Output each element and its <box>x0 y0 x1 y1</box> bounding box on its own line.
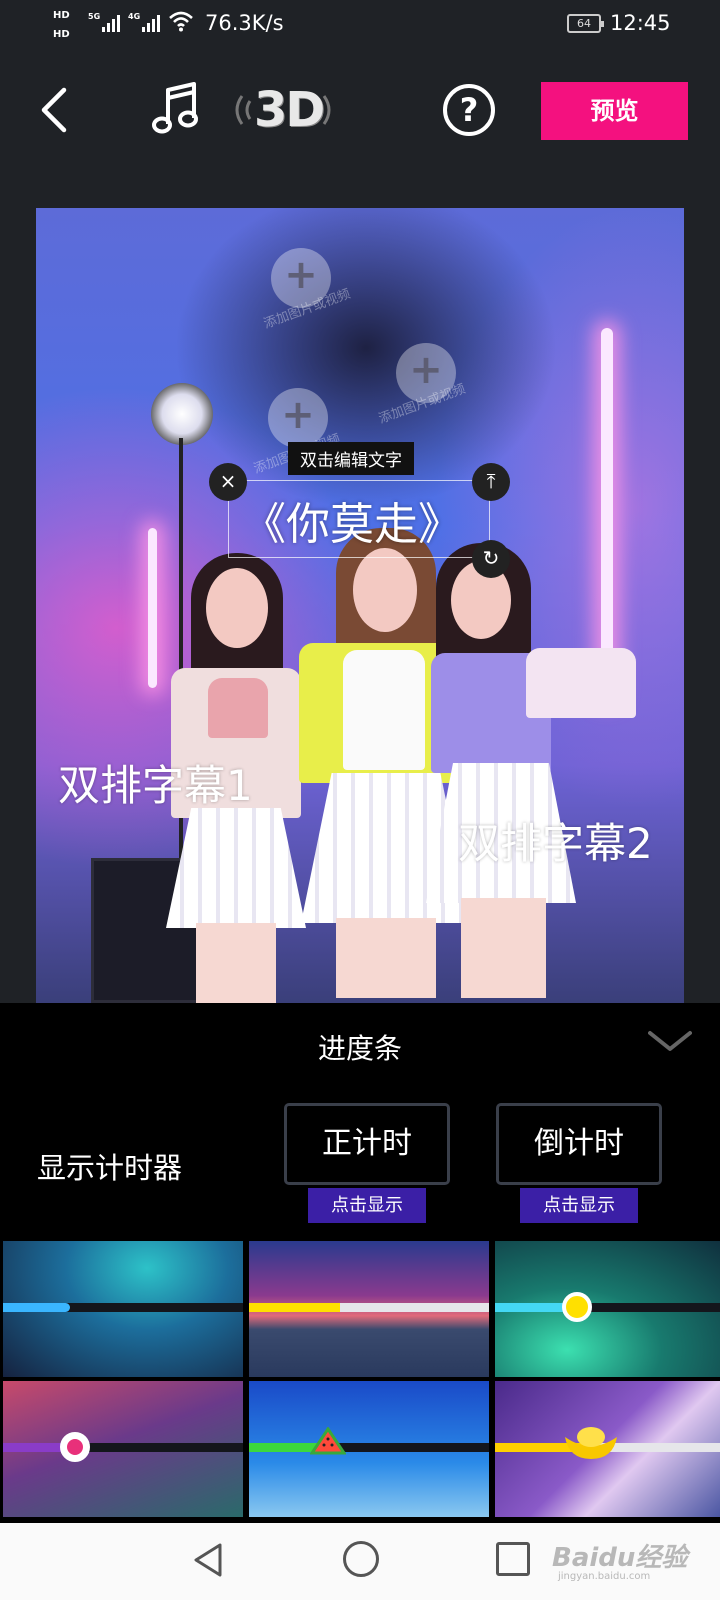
progress-track <box>249 1443 489 1452</box>
progress-track <box>495 1303 720 1312</box>
progress-style-3[interactable] <box>495 1241 720 1377</box>
3d-label: 3D <box>254 82 325 138</box>
signal-icon-2 <box>142 12 160 32</box>
3d-audio-button[interactable]: 3D <box>228 78 338 138</box>
baidu-jingyan-watermark: Baidu经验 jingyan.baidu.com <box>552 1537 688 1582</box>
subtitle-2[interactable]: 双排字幕2 <box>458 810 653 871</box>
title-text[interactable]: 《你莫走》 <box>242 488 462 552</box>
panel-title: 进度条 <box>317 1032 402 1065</box>
subtitle-1[interactable]: 双排字幕1 <box>58 752 253 813</box>
count-down-show-tag[interactable]: 点击显示 <box>520 1188 638 1223</box>
network-speed: 76.3K/s <box>205 11 284 35</box>
system-nav-bar: Baidu经验 jingyan.baidu.com <box>0 1523 720 1600</box>
triangle-back-icon[interactable] <box>190 1541 226 1579</box>
studio-lamp <box>151 383 213 445</box>
battery-level: 64 <box>577 17 591 30</box>
count-up-button[interactable]: 正计时 <box>284 1103 450 1185</box>
back-button[interactable] <box>30 80 80 140</box>
preview-button[interactable]: 预览 <box>541 82 688 140</box>
watermark-sub: jingyan.baidu.com <box>558 1571 651 1582</box>
gold-ingot-knob <box>565 1427 617 1459</box>
progress-track <box>3 1443 243 1452</box>
yellow-dot-knob <box>561 1292 592 1322</box>
help-button[interactable]: ? <box>443 84 495 136</box>
clock: 12:45 <box>610 11 671 35</box>
light-stick-2 <box>148 528 157 688</box>
watermelon-knob <box>310 1427 347 1455</box>
status-bar: HD HD 5G 4G 76.3K/s 64 12:45 <box>0 0 720 50</box>
progress-bar-panel: 进度条 显示计时器 正计时 点击显示 倒计时 点击显示 <box>0 1003 720 1523</box>
count-up-show-tag[interactable]: 点击显示 <box>308 1188 426 1223</box>
hd-1: HD <box>53 10 70 21</box>
watermark-text: Baidu经验 <box>552 1543 688 1573</box>
rotate-icon[interactable]: ↻ <box>472 540 510 578</box>
close-icon[interactable]: × <box>209 463 247 501</box>
progress-style-4[interactable] <box>3 1381 243 1517</box>
video-canvas[interactable]: 添加图片或视频 添加图片或视频 添加图片或视频 <box>36 208 684 1003</box>
edit-text-tooltip: 双击编辑文字 <box>288 442 414 475</box>
wifi-icon <box>169 11 193 32</box>
chevron-down-icon[interactable] <box>648 1027 692 1057</box>
network-4g-label: 4G <box>128 12 141 21</box>
pink-dot-knob <box>60 1432 90 1462</box>
network-5g-label: 5G <box>88 12 101 21</box>
progress-style-5[interactable] <box>249 1381 489 1517</box>
square-recent-icon[interactable] <box>496 1542 530 1576</box>
progress-track <box>249 1303 489 1312</box>
progress-style-1[interactable] <box>3 1241 243 1377</box>
editor-toolbar: 3D ? 预览 <box>0 60 720 160</box>
timer-label: 显示计时器 <box>37 1151 183 1185</box>
progress-style-grid <box>3 1241 720 1517</box>
hd-2: HD <box>53 29 70 40</box>
progress-style-2[interactable] <box>249 1241 489 1377</box>
circle-home-icon[interactable] <box>343 1541 379 1577</box>
music-button[interactable] <box>148 78 208 138</box>
count-down-button[interactable]: 倒计时 <box>496 1103 662 1185</box>
pin-top-icon[interactable]: ⤒ <box>472 463 510 501</box>
light-stick <box>601 328 613 698</box>
hd-indicator: HD HD <box>53 6 70 44</box>
progress-style-6[interactable] <box>495 1381 720 1517</box>
signal-icon <box>102 12 120 32</box>
progress-track <box>3 1303 243 1312</box>
battery-icon: 64 <box>567 14 604 33</box>
